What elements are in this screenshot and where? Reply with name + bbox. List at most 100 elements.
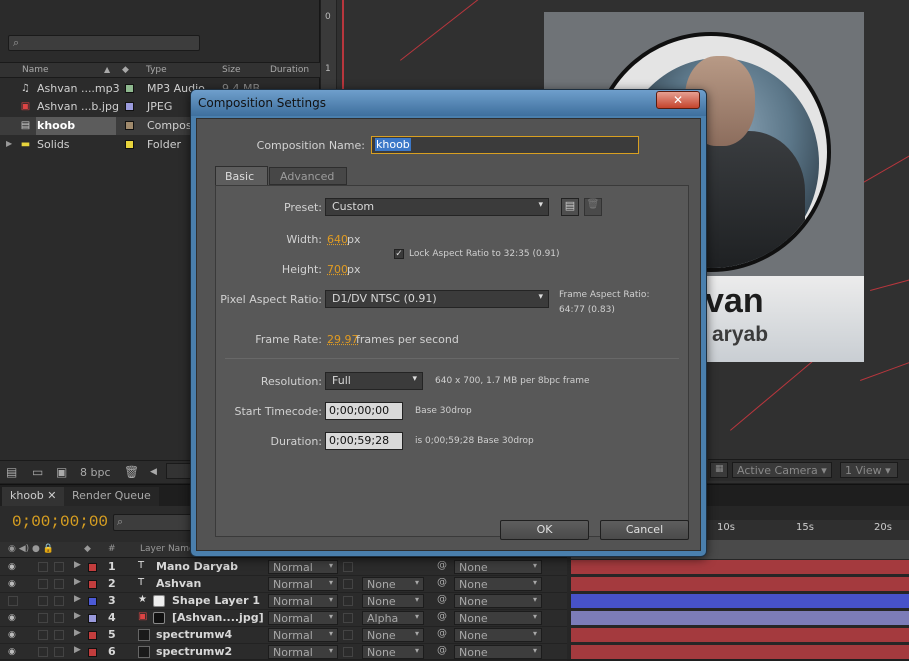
lock-aspect-checkbox[interactable]: ✓ — [394, 249, 404, 259]
width-value[interactable]: 640 — [327, 233, 348, 246]
expand-triangle-icon[interactable]: ▶ — [74, 628, 81, 638]
layer-name[interactable]: Shape Layer 1 — [172, 594, 260, 607]
save-preset-icon[interactable]: ▤ — [561, 198, 579, 216]
layer-row[interactable]: ◉ ▶ 2 T Ashvan Normal ▾ None ▾ @ None ▾ — [0, 576, 567, 593]
track-matte-dropdown[interactable]: None ▾ — [362, 577, 424, 591]
column-layer-name[interactable]: Layer Name — [140, 544, 195, 554]
parent-dropdown[interactable]: None ▾ — [454, 628, 542, 642]
track-matte-dropdown[interactable]: None ▾ — [362, 628, 424, 642]
tab-advanced[interactable]: Advanced — [269, 167, 347, 185]
blend-mode-dropdown[interactable]: Normal ▾ — [268, 645, 338, 659]
layer-name[interactable]: Mano Daryab — [156, 560, 238, 573]
parent-pickwhip-icon[interactable]: @ — [437, 577, 447, 588]
blend-mode-dropdown[interactable]: Normal ▾ — [268, 611, 338, 625]
track-matte-dropdown[interactable]: None ▾ — [362, 645, 424, 659]
column-size[interactable]: Size — [222, 65, 240, 75]
column-name[interactable]: Name — [22, 65, 49, 75]
cancel-button[interactable]: Cancel — [600, 520, 689, 540]
scroll-left-icon[interactable]: ◀ — [150, 467, 157, 477]
parent-dropdown[interactable]: None ▾ — [454, 611, 542, 625]
resolution-dropdown[interactable]: Full ▾ — [325, 372, 423, 390]
parent-pickwhip-icon[interactable]: @ — [437, 611, 447, 622]
tab-render-queue[interactable]: Render Queue — [64, 487, 159, 506]
item-name: khoob — [37, 119, 76, 132]
active-camera-dropdown[interactable]: Active Camera ▾ — [732, 462, 832, 478]
interpret-footage-icon[interactable]: ▤ — [6, 465, 17, 479]
blend-mode-dropdown[interactable]: Normal ▾ — [268, 577, 338, 591]
layer-row[interactable]: ▶ 3 ★ Shape Layer 1 Normal ▾ None ▾ @ None… — [0, 593, 567, 610]
label-swatch[interactable] — [88, 648, 97, 657]
parent-dropdown[interactable]: None ▾ — [454, 645, 542, 659]
tab-basic[interactable]: Basic — [215, 166, 268, 186]
column-duration[interactable]: Duration — [270, 65, 309, 75]
new-folder-icon[interactable]: ▭ — [32, 465, 43, 479]
track-matte-dropdown[interactable]: None ▾ — [362, 594, 424, 608]
frame-rate-value[interactable]: 29.97 — [327, 333, 359, 346]
visibility-eye-icon[interactable]: ◉ — [8, 630, 16, 640]
expand-triangle-icon[interactable]: ▶ — [74, 611, 81, 621]
start-timecode-input[interactable]: 0;00;00;00 — [325, 402, 403, 420]
parent-dropdown[interactable]: None ▾ — [454, 577, 542, 591]
layer-bar[interactable] — [571, 560, 909, 574]
layer-bar[interactable] — [571, 611, 909, 625]
label-swatch[interactable] — [88, 631, 97, 640]
layer-row[interactable]: ◉ ▶ 1 T Mano Daryab Normal ▾ @ None ▾ — [0, 559, 567, 576]
parent-pickwhip-icon[interactable]: @ — [437, 628, 447, 639]
bpc-button[interactable]: 8 bpc — [80, 466, 111, 479]
expand-triangle-icon[interactable]: ▶ — [74, 560, 81, 570]
grid-icon[interactable]: ▦ — [710, 462, 728, 478]
label-swatch[interactable] — [88, 597, 97, 606]
layer-row[interactable]: ◉ ▶ 5 spectrumw4 Normal ▾ None ▾ @ None ▾ — [0, 627, 567, 644]
tab-khoob[interactable]: khoob ✕ — [2, 487, 65, 506]
current-time-display[interactable]: 0;00;00;00 — [12, 513, 108, 531]
label-swatch[interactable] — [88, 614, 97, 623]
layer-bar[interactable] — [571, 645, 909, 659]
timeline-search-input[interactable]: ⌕ — [113, 514, 193, 531]
layer-name[interactable]: [Ashvan....jpg] — [172, 611, 264, 624]
parent-pickwhip-icon[interactable]: @ — [437, 560, 447, 571]
blend-mode-dropdown[interactable]: Normal ▾ — [268, 594, 338, 608]
expand-triangle-icon[interactable]: ▶ — [74, 594, 81, 604]
close-icon[interactable]: ✕ — [656, 91, 700, 109]
layer-bar[interactable] — [571, 577, 909, 591]
layer-name[interactable]: spectrumw2 — [156, 645, 232, 658]
dialog-titlebar[interactable]: Composition Settings ✕ — [191, 90, 706, 116]
layer-name[interactable]: Ashvan — [156, 577, 201, 590]
layer-row[interactable]: ◉ ▶ 4 ▣ [Ashvan....jpg] Normal ▾ Alpha ▾ @… — [0, 610, 567, 627]
layer-bar[interactable] — [571, 594, 909, 608]
view-layout-dropdown[interactable]: 1 View ▾ — [840, 462, 898, 478]
visibility-eye-icon[interactable]: ◉ — [8, 613, 16, 623]
duration-input[interactable]: 0;00;59;28 — [325, 432, 403, 450]
label-swatch[interactable] — [88, 563, 97, 572]
parent-pickwhip-icon[interactable]: @ — [437, 645, 447, 656]
layer-row[interactable]: ◉ ▶ 6 spectrumw2 Normal ▾ None ▾ @ None ▾ — [0, 644, 567, 661]
visibility-eye-icon[interactable]: ◉ — [8, 579, 16, 589]
project-search-input[interactable]: ⌕ — [8, 35, 200, 51]
trash-icon[interactable]: 🗑 — [124, 465, 139, 479]
text-layer-icon: T — [138, 577, 145, 588]
pixel-aspect-dropdown[interactable]: D1/DV NTSC (0.91) ▾ — [325, 290, 549, 308]
height-value[interactable]: 700 — [327, 263, 348, 276]
blend-mode-dropdown[interactable]: Normal ▾ — [268, 560, 338, 574]
comp-name-input[interactable]: khoob — [371, 136, 639, 154]
frame-aspect-label: Frame Aspect Ratio: — [559, 290, 650, 300]
layer-bar[interactable] — [571, 628, 909, 642]
label-swatch[interactable] — [88, 580, 97, 589]
visibility-eye-icon[interactable]: ◉ — [8, 562, 16, 572]
expand-triangle-icon[interactable]: ▶ — [6, 139, 12, 148]
delete-preset-icon[interactable]: 🗑 — [584, 198, 602, 216]
visibility-eye-icon[interactable]: ◉ — [8, 647, 16, 657]
parent-pickwhip-icon[interactable]: @ — [437, 594, 447, 605]
preset-dropdown[interactable]: Custom ▾ — [325, 198, 549, 216]
column-type[interactable]: Type — [146, 65, 167, 75]
blend-mode-dropdown[interactable]: Normal ▾ — [268, 628, 338, 642]
layer-name[interactable]: spectrumw4 — [156, 628, 232, 641]
ok-button[interactable]: OK — [500, 520, 589, 540]
parent-dropdown[interactable]: None ▾ — [454, 560, 542, 574]
expand-triangle-icon[interactable]: ▶ — [74, 645, 81, 655]
parent-dropdown[interactable]: None ▾ — [454, 594, 542, 608]
new-composition-icon[interactable]: ▣ — [56, 465, 67, 479]
text-layer-icon: T — [138, 560, 145, 571]
expand-triangle-icon[interactable]: ▶ — [74, 577, 81, 587]
track-matte-dropdown[interactable]: Alpha ▾ — [362, 611, 424, 625]
